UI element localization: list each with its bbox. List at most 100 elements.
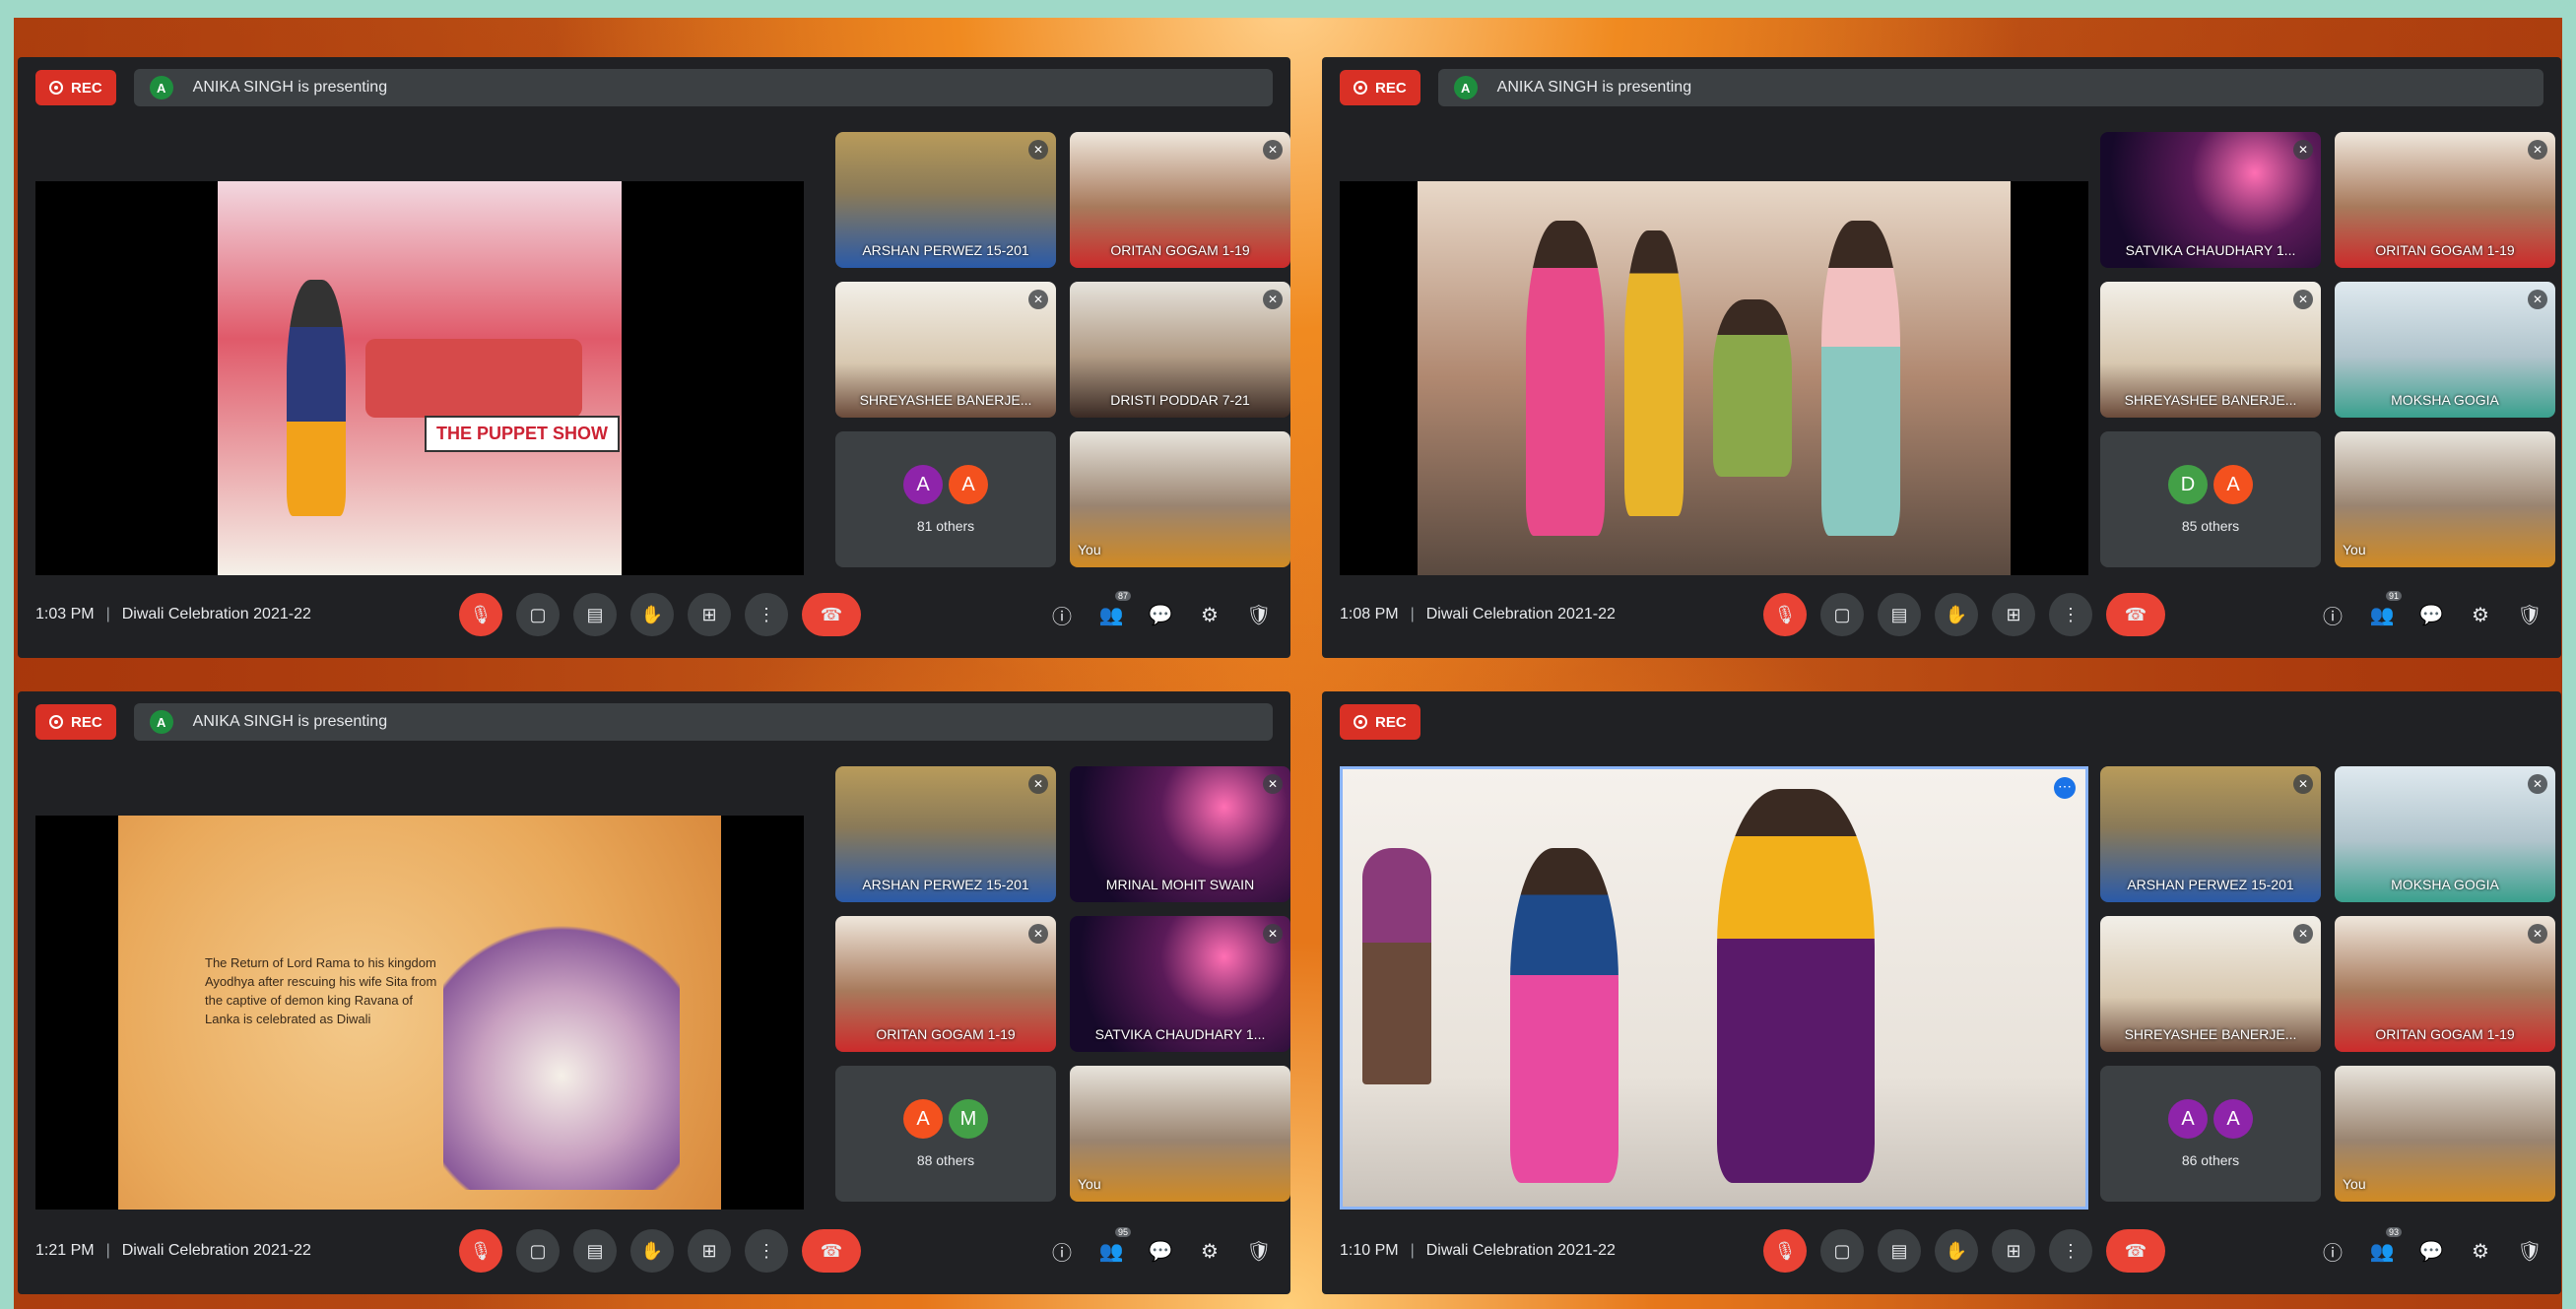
raise-hand-icon[interactable]: ✋ <box>630 1229 674 1273</box>
camera-icon[interactable]: ▢ <box>1820 593 1864 636</box>
participant-tile[interactable]: ✕ SATVIKA CHAUDHARY 1... <box>2100 132 2321 268</box>
chat-icon[interactable]: 💬 <box>1147 1237 1174 1265</box>
participant-name: ORITAN GOGAM 1-19 <box>2375 242 2515 258</box>
tile-options-icon[interactable]: ⋯ <box>2054 777 2076 799</box>
mic-off-icon[interactable]: 🎙 <box>1763 593 1807 636</box>
chat-icon[interactable]: 💬 <box>1147 601 1174 628</box>
people-icon[interactable]: 👥 95 <box>1097 1227 1131 1265</box>
participant-tile[interactable]: ✕ ORITAN GOGAM 1-19 <box>2335 132 2555 268</box>
people-icon[interactable]: 👥 93 <box>2368 1227 2402 1265</box>
others-tile[interactable]: DA 85 others <box>2100 431 2321 567</box>
host-controls-icon[interactable]: 🛡 <box>2516 1237 2543 1265</box>
participant-tile[interactable]: ✕ ORITAN GOGAM 1-19 <box>1070 132 1290 268</box>
self-tile[interactable]: You <box>2335 431 2555 567</box>
activities-icon[interactable]: ⚙ <box>1196 601 1223 628</box>
info-icon[interactable]: ⓘ <box>2319 1237 2346 1265</box>
present-icon[interactable]: ⊞ <box>688 593 731 636</box>
hang-up-icon[interactable]: ☎ <box>802 1229 861 1273</box>
participant-count-badge: 91 <box>2385 591 2402 601</box>
mic-off-icon: ✕ <box>2293 290 2313 309</box>
rec-label: REC <box>1375 713 1407 731</box>
presentation-stage[interactable]: The Return of Lord Rama to his kingdom A… <box>35 816 804 1210</box>
present-icon[interactable]: ⊞ <box>1992 1229 2035 1273</box>
others-tile[interactable]: AA 86 others <box>2100 1066 2321 1202</box>
camera-icon[interactable]: ▢ <box>516 1229 560 1273</box>
people-icon[interactable]: 👥 87 <box>1097 591 1131 628</box>
self-tile[interactable]: You <box>1070 1066 1290 1202</box>
captions-icon[interactable]: ▤ <box>573 593 617 636</box>
captions-icon[interactable]: ▤ <box>1878 593 1921 636</box>
activities-icon[interactable]: ⚙ <box>2467 601 2494 628</box>
present-icon[interactable]: ⊞ <box>688 1229 731 1273</box>
raise-hand-icon[interactable]: ✋ <box>1935 1229 1978 1273</box>
diwali-story-slide: The Return of Lord Rama to his kingdom A… <box>118 816 721 1210</box>
avatar: A <box>903 465 943 504</box>
camera-icon[interactable]: ▢ <box>516 593 560 636</box>
activities-icon[interactable]: ⚙ <box>1196 1237 1223 1265</box>
presenting-banner: A ANIKA SINGH is presenting <box>1437 69 2543 106</box>
info-icon[interactable]: ⓘ <box>2319 601 2346 628</box>
meeting-title: Diwali Celebration 2021-22 <box>121 1242 311 1259</box>
host-controls-icon[interactable]: 🛡 <box>1245 1237 1273 1265</box>
participant-grid: ✕ ARSHAN PERWEZ 15-201 ✕ MOKSHA GOGIA ✕ SHR… <box>2100 766 2555 1202</box>
raise-hand-icon[interactable]: ✋ <box>630 593 674 636</box>
more-options-icon[interactable]: ⋮ <box>2049 1229 2092 1273</box>
hang-up-icon[interactable]: ☎ <box>2106 1229 2165 1273</box>
participant-tile[interactable]: ✕ ARSHAN PERWEZ 15-201 <box>835 132 1056 268</box>
self-tile[interactable]: You <box>2335 1066 2555 1202</box>
present-icon[interactable]: ⊞ <box>1992 593 2035 636</box>
participant-tile[interactable]: ✕ SATVIKA CHAUDHARY 1... <box>1070 916 1290 1052</box>
participant-name: You <box>2343 542 2366 557</box>
meet-screenshot-3: REC A ANIKA SINGH is presenting The Retur… <box>18 691 1290 1294</box>
info-icon[interactable]: ⓘ <box>1048 1237 1076 1265</box>
recording-badge[interactable]: REC <box>35 70 116 105</box>
others-tile[interactable]: AA 81 others <box>835 431 1056 567</box>
people-glyph: 👥 <box>2369 1240 2395 1263</box>
participant-tile[interactable]: ✕ SHREYASHEE BANERJE... <box>2100 916 2321 1052</box>
recording-badge[interactable]: REC <box>1340 704 1420 740</box>
participant-tile[interactable]: ✕ MRINAL MOHIT SWAIN <box>1070 766 1290 902</box>
captions-icon[interactable]: ▤ <box>1878 1229 1921 1273</box>
activities-icon[interactable]: ⚙ <box>2467 1237 2494 1265</box>
participant-tile[interactable]: ✕ ARSHAN PERWEZ 15-201 <box>835 766 1056 902</box>
mic-off-icon[interactable]: 🎙 <box>459 1229 502 1273</box>
chat-icon[interactable]: 💬 <box>2417 1237 2445 1265</box>
host-controls-icon[interactable]: 🛡 <box>1245 601 1273 628</box>
more-options-icon[interactable]: ⋮ <box>745 1229 788 1273</box>
participant-tile[interactable]: ✕ MOKSHA GOGIA <box>2335 282 2555 418</box>
record-icon <box>49 715 63 729</box>
mic-off-icon[interactable]: 🎙 <box>459 593 502 636</box>
camera-icon[interactable]: ▢ <box>1820 1229 1864 1273</box>
presentation-stage[interactable] <box>1340 181 2088 575</box>
story-text: The Return of Lord Rama to his kingdom A… <box>205 955 437 1026</box>
people-icon[interactable]: 👥 91 <box>2368 591 2402 628</box>
chat-icon[interactable]: 💬 <box>2417 601 2445 628</box>
captions-icon[interactable]: ▤ <box>573 1229 617 1273</box>
participant-tile[interactable]: ✕ SHREYASHEE BANERJE... <box>835 282 1056 418</box>
participant-name: ARSHAN PERWEZ 15-201 <box>862 242 1029 258</box>
mic-off-icon[interactable]: 🎙 <box>1763 1229 1807 1273</box>
others-tile[interactable]: AM 88 others <box>835 1066 1056 1202</box>
left-border <box>0 0 14 1309</box>
more-options-icon[interactable]: ⋮ <box>745 593 788 636</box>
pinned-video[interactable]: ⋯ <box>1340 766 2088 1210</box>
host-controls-icon[interactable]: 🛡 <box>2516 601 2543 628</box>
participant-tile[interactable]: ✕ ORITAN GOGAM 1-19 <box>835 916 1056 1052</box>
participant-tile[interactable]: ✕ ORITAN GOGAM 1-19 <box>2335 916 2555 1052</box>
info-icon[interactable]: ⓘ <box>1048 601 1076 628</box>
participant-tile[interactable]: ✕ MOKSHA GOGIA <box>2335 766 2555 902</box>
recording-badge[interactable]: REC <box>1340 70 1420 105</box>
participant-tile[interactable]: ✕ SHREYASHEE BANERJE... <box>2100 282 2321 418</box>
more-options-icon[interactable]: ⋮ <box>2049 593 2092 636</box>
avatar: A <box>2168 1099 2208 1139</box>
recording-badge[interactable]: REC <box>35 704 116 740</box>
raise-hand-icon[interactable]: ✋ <box>1935 593 1978 636</box>
hang-up-icon[interactable]: ☎ <box>802 593 861 636</box>
top-bar: REC A ANIKA SINGH is presenting <box>35 703 1273 741</box>
bottom-bar: 1:21 PM | Diwali Celebration 2021-22 🎙 ▢ ▤… <box>35 1225 1273 1276</box>
hang-up-icon[interactable]: ☎ <box>2106 593 2165 636</box>
presentation-stage[interactable]: THE PUPPET SHOW <box>35 181 804 575</box>
participant-tile[interactable]: ✕ DRISTI PODDAR 7-21 <box>1070 282 1290 418</box>
self-tile[interactable]: You <box>1070 431 1290 567</box>
participant-tile[interactable]: ✕ ARSHAN PERWEZ 15-201 <box>2100 766 2321 902</box>
